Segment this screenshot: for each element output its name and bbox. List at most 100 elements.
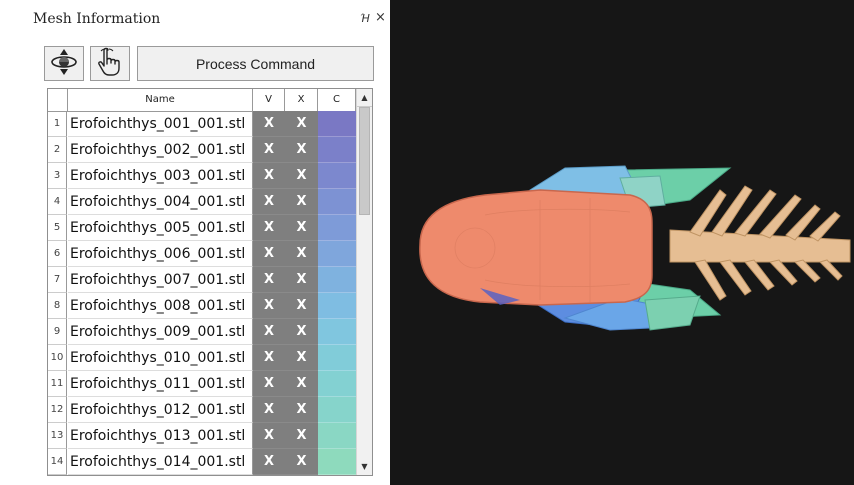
fish-skull-mesh xyxy=(419,165,851,331)
visible-toggle[interactable]: X xyxy=(253,189,285,215)
visible-toggle[interactable]: X xyxy=(253,371,285,397)
mesh-name[interactable]: Erofoichthys_013_001.stl xyxy=(68,423,253,449)
x-toggle[interactable]: X xyxy=(285,189,318,215)
visible-toggle[interactable]: X xyxy=(253,215,285,241)
color-swatch[interactable] xyxy=(318,371,356,397)
mesh-information-panel: Mesh Information Ή × Process Command Nam… xyxy=(0,0,390,485)
color-swatch[interactable] xyxy=(318,319,356,345)
close-icon[interactable]: × xyxy=(375,10,386,25)
color-swatch[interactable] xyxy=(318,241,356,267)
x-toggle[interactable]: X xyxy=(285,319,318,345)
visible-toggle[interactable]: X xyxy=(253,137,285,163)
color-swatch[interactable] xyxy=(318,215,356,241)
table-row[interactable]: 1 Erofoichthys_001_001.stl X X xyxy=(48,111,356,137)
panel-title: Mesh Information xyxy=(33,11,161,27)
x-toggle[interactable]: X xyxy=(285,163,318,189)
color-swatch[interactable] xyxy=(318,189,356,215)
x-toggle[interactable]: X xyxy=(285,241,318,267)
mesh-name[interactable]: Erofoichthys_007_001.stl xyxy=(68,267,253,293)
color-swatch[interactable] xyxy=(318,423,356,449)
visible-toggle[interactable]: X xyxy=(253,163,285,189)
header-color[interactable]: C xyxy=(318,89,356,111)
header-row-number xyxy=(48,89,68,111)
mesh-name[interactable]: Erofoichthys_014_001.stl xyxy=(68,449,253,475)
x-toggle[interactable]: X xyxy=(285,137,318,163)
mesh-table: Name V X C 1 Erofoichthys_001_001.stl X X 2 E… xyxy=(47,88,373,476)
visible-toggle[interactable]: X xyxy=(253,449,285,475)
x-toggle[interactable]: X xyxy=(285,345,318,371)
visible-toggle[interactable]: X xyxy=(253,293,285,319)
header-x[interactable]: X xyxy=(285,89,318,111)
mesh-name[interactable]: Erofoichthys_005_001.stl xyxy=(68,215,253,241)
mesh-name[interactable]: Erofoichthys_002_001.stl xyxy=(68,137,253,163)
color-swatch[interactable] xyxy=(318,137,356,163)
float-icon[interactable]: Ή xyxy=(360,12,370,25)
row-number: 13 xyxy=(48,423,67,449)
color-swatch[interactable] xyxy=(318,397,356,423)
row-number: 10 xyxy=(48,345,67,371)
table-header: Name V X C xyxy=(48,89,372,112)
x-toggle[interactable]: X xyxy=(285,215,318,241)
table-row[interactable]: 14 Erofoichthys_014_001.stl X X xyxy=(48,449,356,475)
mesh-name[interactable]: Erofoichthys_008_001.stl xyxy=(68,293,253,319)
table-row[interactable]: 11 Erofoichthys_011_001.stl X X xyxy=(48,371,356,397)
row-number: 8 xyxy=(48,293,67,319)
color-swatch[interactable] xyxy=(318,111,356,137)
rotate-view-icon xyxy=(49,47,79,81)
x-toggle[interactable]: X xyxy=(285,371,318,397)
header-name[interactable]: Name xyxy=(68,89,253,111)
table-row[interactable]: 3 Erofoichthys_003_001.stl X X xyxy=(48,163,356,189)
x-toggle[interactable]: X xyxy=(285,111,318,137)
visible-toggle[interactable]: X xyxy=(253,111,285,137)
x-toggle[interactable]: X xyxy=(285,449,318,475)
mesh-name[interactable]: Erofoichthys_006_001.stl xyxy=(68,241,253,267)
row-number: 1 xyxy=(48,111,67,137)
visible-toggle[interactable]: X xyxy=(253,397,285,423)
table-row[interactable]: 7 Erofoichthys_007_001.stl X X xyxy=(48,267,356,293)
x-toggle[interactable]: X xyxy=(285,397,318,423)
table-row[interactable]: 9 Erofoichthys_009_001.stl X X xyxy=(48,319,356,345)
mesh-name[interactable]: Erofoichthys_012_001.stl xyxy=(68,397,253,423)
row-number: 12 xyxy=(48,397,67,423)
row-number: 2 xyxy=(48,137,67,163)
table-row[interactable]: 4 Erofoichthys_004_001.stl X X xyxy=(48,189,356,215)
color-swatch[interactable] xyxy=(318,293,356,319)
mesh-name[interactable]: Erofoichthys_001_001.stl xyxy=(68,111,253,137)
color-swatch[interactable] xyxy=(318,345,356,371)
mesh-name[interactable]: Erofoichthys_004_001.stl xyxy=(68,189,253,215)
scrollbar-thumb[interactable] xyxy=(359,107,370,215)
table-row[interactable]: 12 Erofoichthys_012_001.stl X X xyxy=(48,397,356,423)
pick-mode-button[interactable] xyxy=(90,46,130,81)
x-toggle[interactable]: X xyxy=(285,267,318,293)
visible-toggle[interactable]: X xyxy=(253,319,285,345)
visible-toggle[interactable]: X xyxy=(253,267,285,293)
visible-toggle[interactable]: X xyxy=(253,241,285,267)
header-visible[interactable]: V xyxy=(253,89,285,111)
table-row[interactable]: 5 Erofoichthys_005_001.stl X X xyxy=(48,215,356,241)
visible-toggle[interactable]: X xyxy=(253,345,285,371)
x-toggle[interactable]: X xyxy=(285,423,318,449)
table-row[interactable]: 10 Erofoichthys_010_001.stl X X xyxy=(48,345,356,371)
mesh-name[interactable]: Erofoichthys_009_001.stl xyxy=(68,319,253,345)
table-row[interactable]: 6 Erofoichthys_006_001.stl X X xyxy=(48,241,356,267)
color-swatch[interactable] xyxy=(318,267,356,293)
x-toggle[interactable]: X xyxy=(285,293,318,319)
3d-mesh-viewport[interactable] xyxy=(390,0,854,485)
mesh-name[interactable]: Erofoichthys_011_001.stl xyxy=(68,371,253,397)
rotate-view-button[interactable] xyxy=(44,46,84,81)
visible-toggle[interactable]: X xyxy=(253,423,285,449)
vertical-scrollbar[interactable]: ▲ ▼ xyxy=(356,89,372,475)
row-number: 9 xyxy=(48,319,67,345)
scroll-up-arrow-icon[interactable]: ▲ xyxy=(357,89,372,107)
mesh-name[interactable]: Erofoichthys_010_001.stl xyxy=(68,345,253,371)
mesh-name[interactable]: Erofoichthys_003_001.stl xyxy=(68,163,253,189)
scroll-down-arrow-icon[interactable]: ▼ xyxy=(357,458,372,475)
table-row[interactable]: 13 Erofoichthys_013_001.stl X X xyxy=(48,423,356,449)
color-swatch[interactable] xyxy=(318,163,356,189)
row-number: 4 xyxy=(48,189,67,215)
process-command-button[interactable]: Process Command xyxy=(137,46,374,81)
table-row[interactable]: 8 Erofoichthys_008_001.stl X X xyxy=(48,293,356,319)
table-row[interactable]: 2 Erofoichthys_002_001.stl X X xyxy=(48,137,356,163)
row-number: 6 xyxy=(48,241,67,267)
color-swatch[interactable] xyxy=(318,449,356,475)
